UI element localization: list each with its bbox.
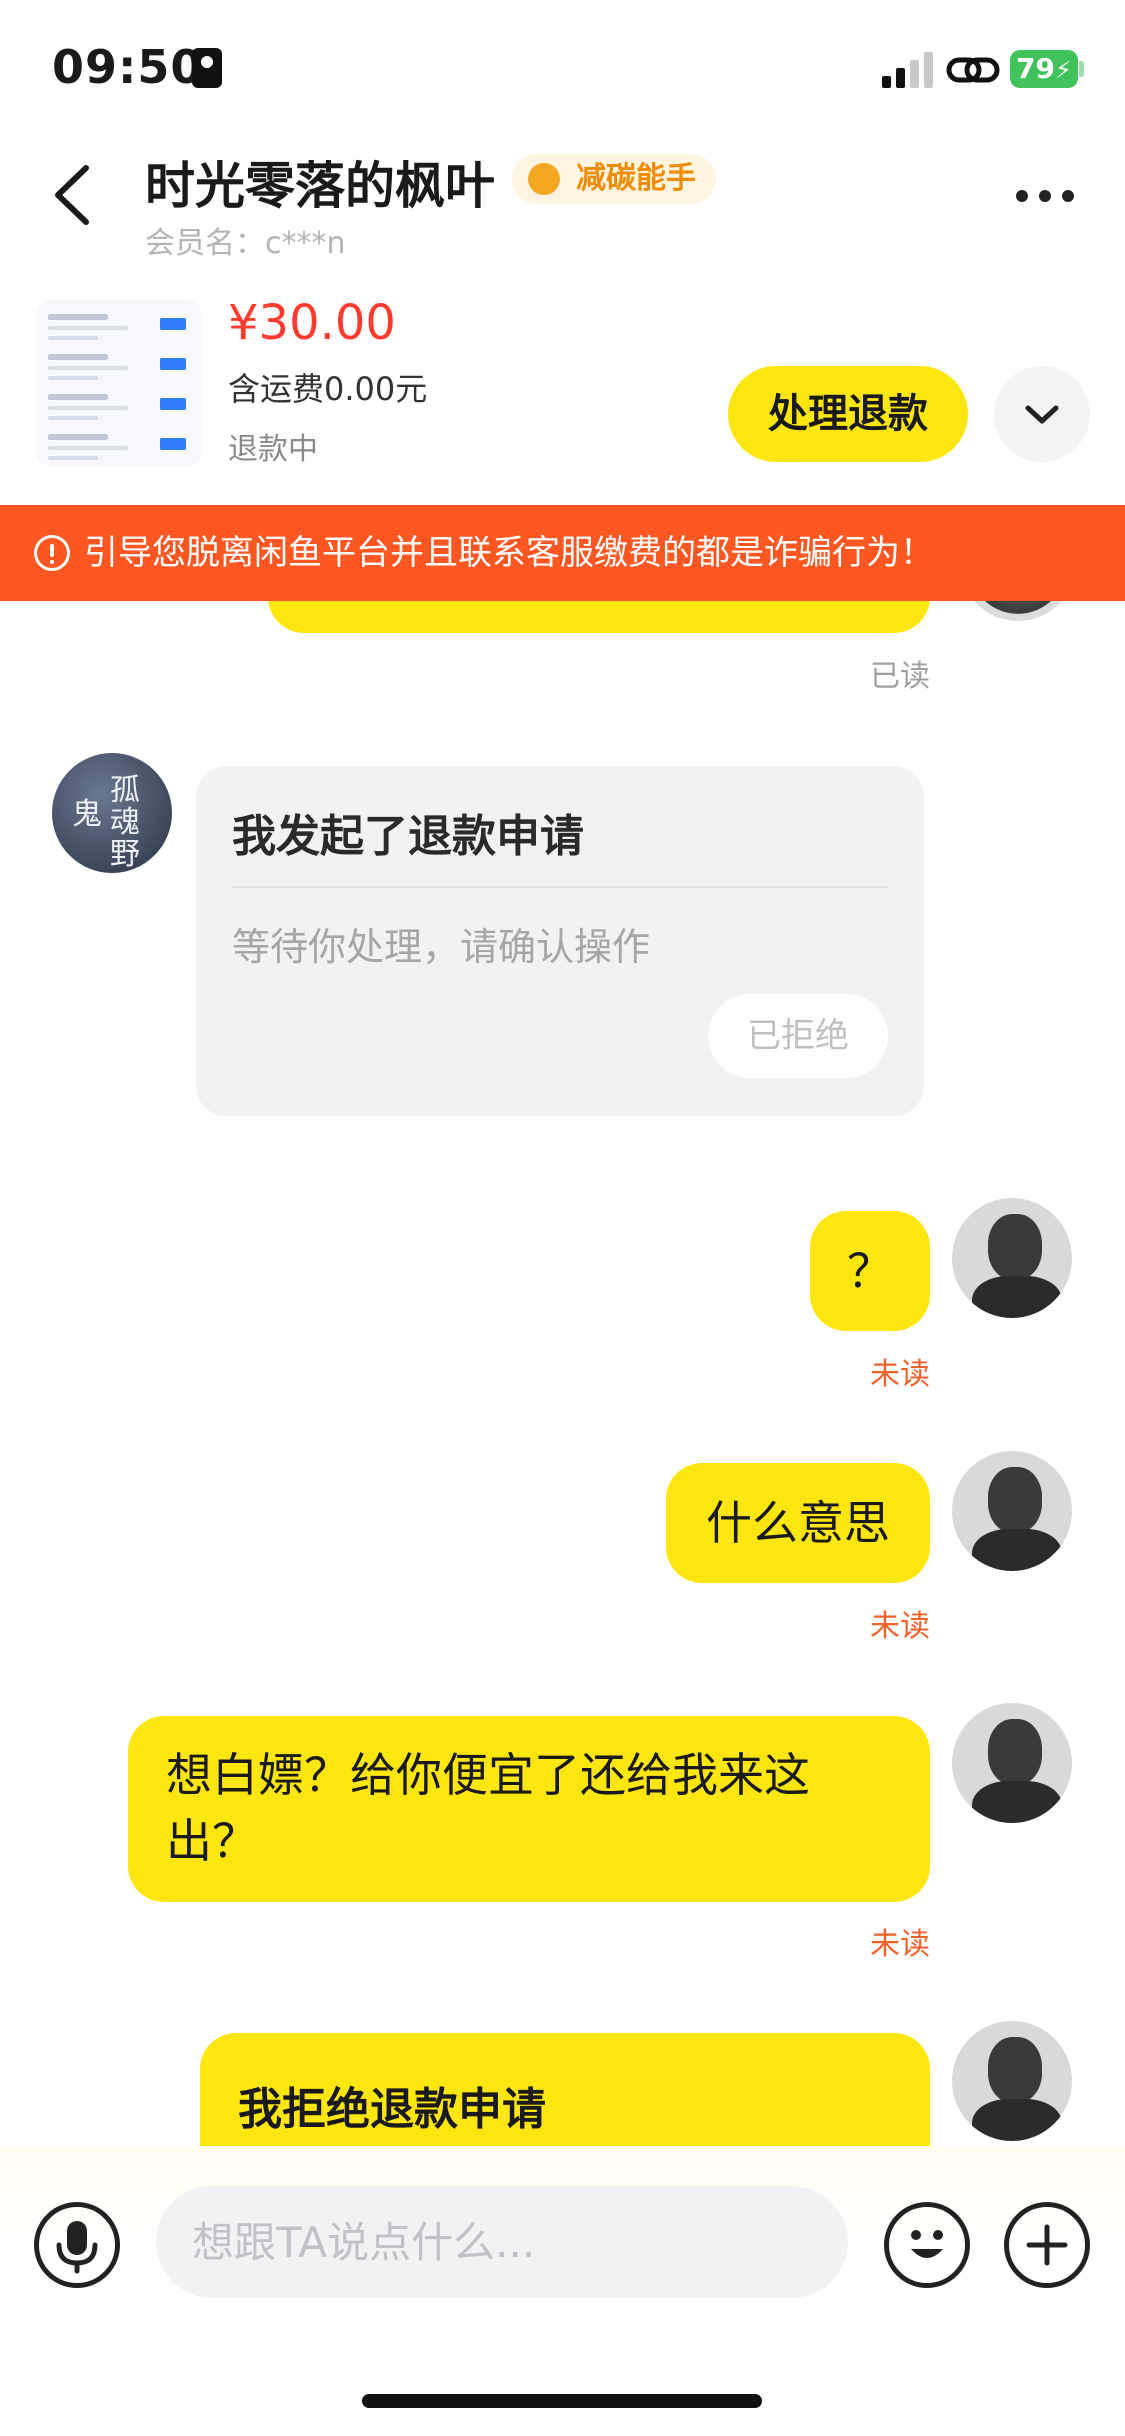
more-options-button[interactable]	[1010, 176, 1080, 216]
user-avatar[interactable]	[952, 1451, 1072, 1571]
unread-status: 未读	[870, 1927, 930, 1962]
card-divider	[232, 886, 888, 888]
user-avatar[interactable]	[952, 1198, 1072, 1318]
unread-status: 未读	[870, 1609, 930, 1644]
status-time: 09:50	[52, 40, 204, 94]
refund-rejected-card[interactable]: 我拒绝退款申请	[200, 2033, 930, 2146]
warning-icon	[34, 535, 70, 571]
user-avatar[interactable]	[952, 1703, 1072, 1823]
unread-status: 未读	[870, 1357, 930, 1392]
microphone-icon[interactable]	[34, 2202, 120, 2288]
user-avatar[interactable]	[952, 2021, 1072, 2141]
card-title: 我发起了退款申请	[232, 811, 584, 862]
message-bubble[interactable]: 想白嫖？给你便宜了还给我来这出？	[128, 1716, 930, 1902]
leaf-icon	[528, 163, 560, 195]
charging-bolt-icon: ⚡	[1054, 56, 1072, 84]
product-thumbnail[interactable]	[36, 300, 202, 466]
contact-name[interactable]: 时光零落的枫叶	[145, 146, 495, 218]
refund-request-card[interactable]: 我发起了退款申请 等待你处理，请确认操作 已拒绝	[196, 766, 924, 1116]
link-icon	[946, 57, 1000, 83]
back-icon[interactable]	[44, 160, 104, 230]
message-bubble[interactable]: 什么意思	[666, 1463, 930, 1583]
badge-label: 减碳能手	[576, 161, 696, 196]
chat-area[interactable]: 已读 孤 魂 鬼 野 我发起了退款申请 等待你处理，请确认操作 已拒绝 ？ 未读…	[0, 601, 1125, 2146]
shipping-fee: 含运费0.00元	[228, 370, 428, 408]
handle-refund-button[interactable]: 处理退款	[728, 366, 968, 462]
rejected-button[interactable]: 已拒绝	[708, 994, 888, 1078]
read-receipt: 已读	[870, 659, 930, 694]
fraud-warning-banner: 引导您脱离闲鱼平台并且联系客服缴费的都是诈骗行为！	[0, 505, 1125, 601]
id-card-icon	[192, 48, 222, 88]
chevron-down-icon[interactable]	[994, 366, 1090, 462]
card-description: 等待你处理，请确认操作	[232, 925, 651, 969]
status-bar: 09:50 79⚡	[0, 0, 1125, 140]
message-bubble-partial	[268, 601, 930, 633]
product-price: ¥30.00	[228, 295, 396, 351]
emoji-icon[interactable]	[884, 2202, 970, 2288]
input-bar	[0, 2146, 1125, 2436]
battery-tip	[1079, 61, 1084, 77]
plus-icon[interactable]	[1004, 2202, 1090, 2288]
message-input[interactable]	[156, 2186, 848, 2298]
warning-text: 引导您脱离闲鱼平台并且联系客服缴费的都是诈骗行为！	[84, 533, 934, 573]
eco-badge[interactable]: 减碳能手	[512, 154, 716, 204]
avatar	[960, 601, 1076, 621]
member-name: 会员名：c***n	[145, 226, 346, 261]
contact-avatar[interactable]: 孤 魂 鬼 野	[52, 753, 172, 873]
battery-indicator: 79⚡	[1010, 50, 1078, 88]
message-bubble[interactable]: ？	[810, 1211, 930, 1331]
home-indicator	[362, 2394, 762, 2408]
signal-icon	[882, 52, 934, 88]
card-title: 我拒绝退款申请	[238, 2084, 546, 2135]
order-status: 退款中	[228, 432, 318, 467]
